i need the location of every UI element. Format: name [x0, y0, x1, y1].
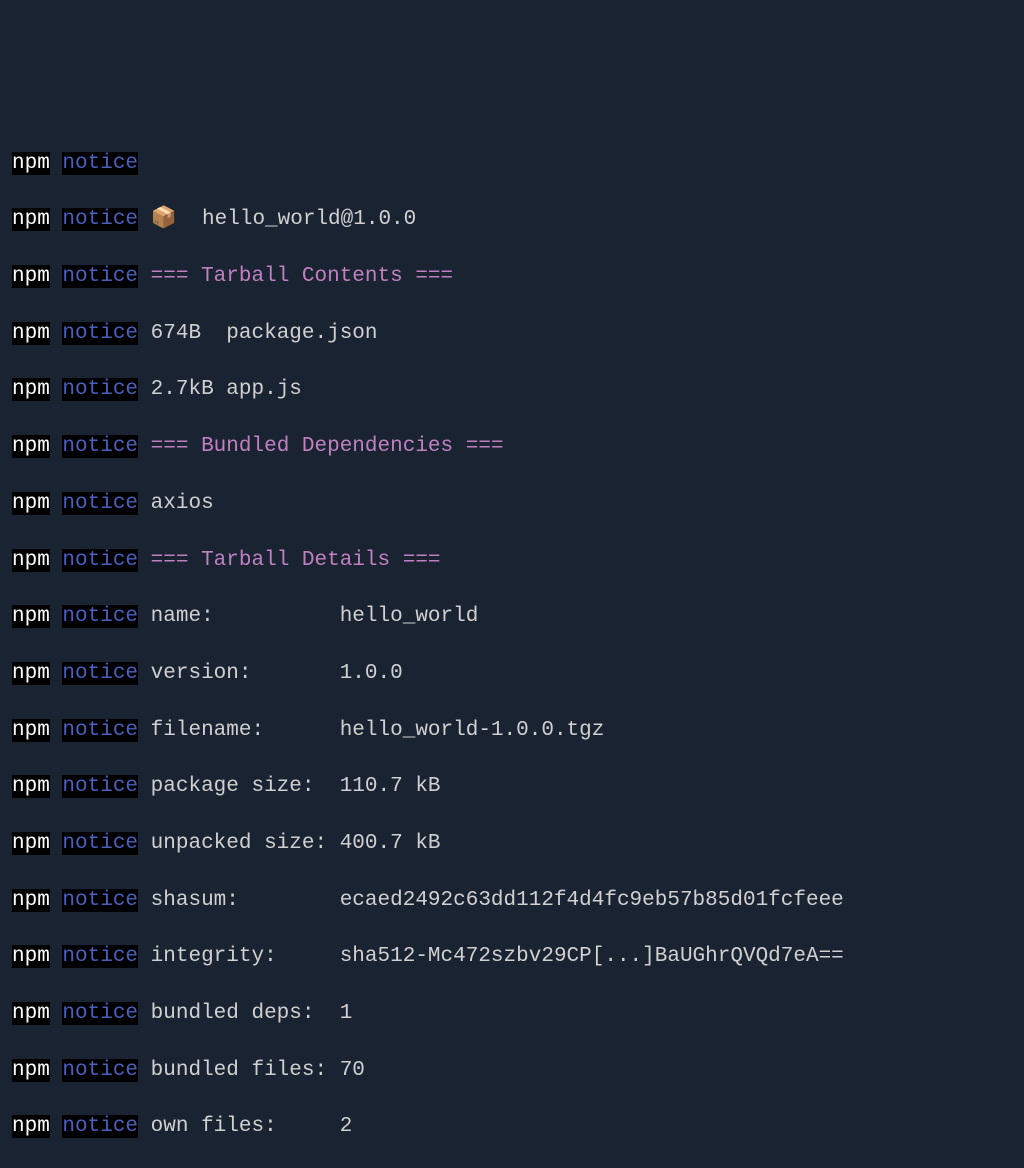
section-eq: ===	[151, 549, 189, 572]
section-details-line: npm notice === Tarball Details ===	[12, 547, 1012, 575]
npm-prefix: npm	[12, 492, 50, 515]
section-label: Tarball Contents	[201, 265, 403, 288]
notice-prefix: notice	[62, 832, 138, 855]
notice-prefix: notice	[62, 265, 138, 288]
bundled-dep-line: npm notice axios	[12, 490, 1012, 518]
npm-prefix: npm	[12, 1115, 50, 1138]
detail-label: filename:	[151, 719, 327, 742]
detail-own-line: npm notice own files: 2	[12, 1113, 1012, 1141]
notice-prefix: notice	[62, 435, 138, 458]
detail-unpacked-line: npm notice unpacked size: 400.7 kB	[12, 830, 1012, 858]
detail-label: name:	[151, 605, 327, 628]
detail-version-line: npm notice version: 1.0.0	[12, 660, 1012, 688]
detail-label: bundled files:	[151, 1059, 327, 1082]
notice-prefix: notice	[62, 492, 138, 515]
detail-bfiles-line: npm notice bundled files: 70	[12, 1057, 1012, 1085]
detail-bdeps-line: npm notice bundled deps: 1	[12, 1000, 1012, 1028]
detail-value: hello_world	[340, 605, 479, 628]
content-file-line: npm notice 2.7kB app.js	[12, 376, 1012, 404]
npm-prefix: npm	[12, 1059, 50, 1082]
notice-line: npm notice	[12, 150, 1012, 178]
notice-prefix: notice	[62, 605, 138, 628]
notice-prefix: notice	[62, 889, 138, 912]
content-file-line: npm notice 674B package.json	[12, 320, 1012, 348]
terminal-output: npm notice npm notice 📦 hello_world@1.0.…	[12, 121, 1012, 1168]
npm-prefix: npm	[12, 549, 50, 572]
npm-prefix: npm	[12, 378, 50, 401]
section-label: Bundled Dependencies	[201, 435, 453, 458]
detail-shasum-line: npm notice shasum: ecaed2492c63dd112f4d4…	[12, 887, 1012, 915]
notice-prefix: notice	[62, 775, 138, 798]
detail-value: 110.7 kB	[340, 775, 441, 798]
notice-prefix: notice	[62, 662, 138, 685]
npm-prefix: npm	[12, 152, 50, 175]
notice-prefix: notice	[62, 378, 138, 401]
detail-filename-line: npm notice filename: hello_world-1.0.0.t…	[12, 717, 1012, 745]
detail-label: shasum:	[151, 889, 327, 912]
detail-label: unpacked size:	[151, 832, 327, 855]
npm-prefix: npm	[12, 1002, 50, 1025]
notice-prefix: notice	[62, 1002, 138, 1025]
npm-prefix: npm	[12, 322, 50, 345]
section-contents-line: npm notice === Tarball Contents ===	[12, 263, 1012, 291]
detail-value: hello_world-1.0.0.tgz	[340, 719, 605, 742]
section-eq: ===	[151, 435, 189, 458]
detail-label: package size:	[151, 775, 327, 798]
npm-prefix: npm	[12, 832, 50, 855]
notice-prefix: notice	[62, 152, 138, 175]
notice-prefix: notice	[62, 549, 138, 572]
section-eq: ===	[403, 549, 441, 572]
npm-prefix: npm	[12, 719, 50, 742]
npm-prefix: npm	[12, 208, 50, 231]
npm-prefix: npm	[12, 605, 50, 628]
detail-label: version:	[151, 662, 327, 685]
detail-pkgsize-line: npm notice package size: 110.7 kB	[12, 773, 1012, 801]
detail-value: 70	[340, 1059, 365, 1082]
detail-value: ecaed2492c63dd112f4d4fc9eb57b85d01fcfeee	[340, 889, 844, 912]
detail-value: 400.7 kB	[340, 832, 441, 855]
file-size: 2.7kB	[151, 378, 214, 401]
notice-prefix: notice	[62, 719, 138, 742]
section-eq: ===	[151, 265, 189, 288]
section-eq: ===	[466, 435, 504, 458]
npm-prefix: npm	[12, 945, 50, 968]
notice-prefix: notice	[62, 1115, 138, 1138]
section-bundled-line: npm notice === Bundled Dependencies ===	[12, 433, 1012, 461]
bundled-dep-name: axios	[151, 492, 214, 515]
package-icon: 📦	[151, 208, 177, 231]
detail-value: sha512-Mc472szbv29CP[...]BaUGhrQVQd7eA==	[340, 945, 844, 968]
notice-prefix: notice	[62, 322, 138, 345]
section-label: Tarball Details	[201, 549, 390, 572]
detail-value: 1	[340, 1002, 353, 1025]
file-name: app.js	[226, 378, 302, 401]
notice-prefix: notice	[62, 1059, 138, 1082]
notice-prefix: notice	[62, 945, 138, 968]
section-eq: ===	[415, 265, 453, 288]
package-header-line: npm notice 📦 hello_world@1.0.0	[12, 206, 1012, 234]
npm-prefix: npm	[12, 435, 50, 458]
file-name: package.json	[226, 322, 377, 345]
npm-prefix: npm	[12, 775, 50, 798]
notice-prefix: notice	[62, 208, 138, 231]
npm-prefix: npm	[12, 265, 50, 288]
detail-label: own files:	[151, 1115, 327, 1138]
detail-label: integrity:	[151, 945, 327, 968]
detail-value: 2	[340, 1115, 353, 1138]
detail-name-line: npm notice name: hello_world	[12, 603, 1012, 631]
detail-integrity-line: npm notice integrity: sha512-Mc472szbv29…	[12, 943, 1012, 971]
detail-value: 1.0.0	[340, 662, 403, 685]
package-header: hello_world@1.0.0	[202, 208, 416, 231]
npm-prefix: npm	[12, 889, 50, 912]
detail-label: bundled deps:	[151, 1002, 327, 1025]
file-size: 674B	[151, 322, 214, 345]
npm-prefix: npm	[12, 662, 50, 685]
